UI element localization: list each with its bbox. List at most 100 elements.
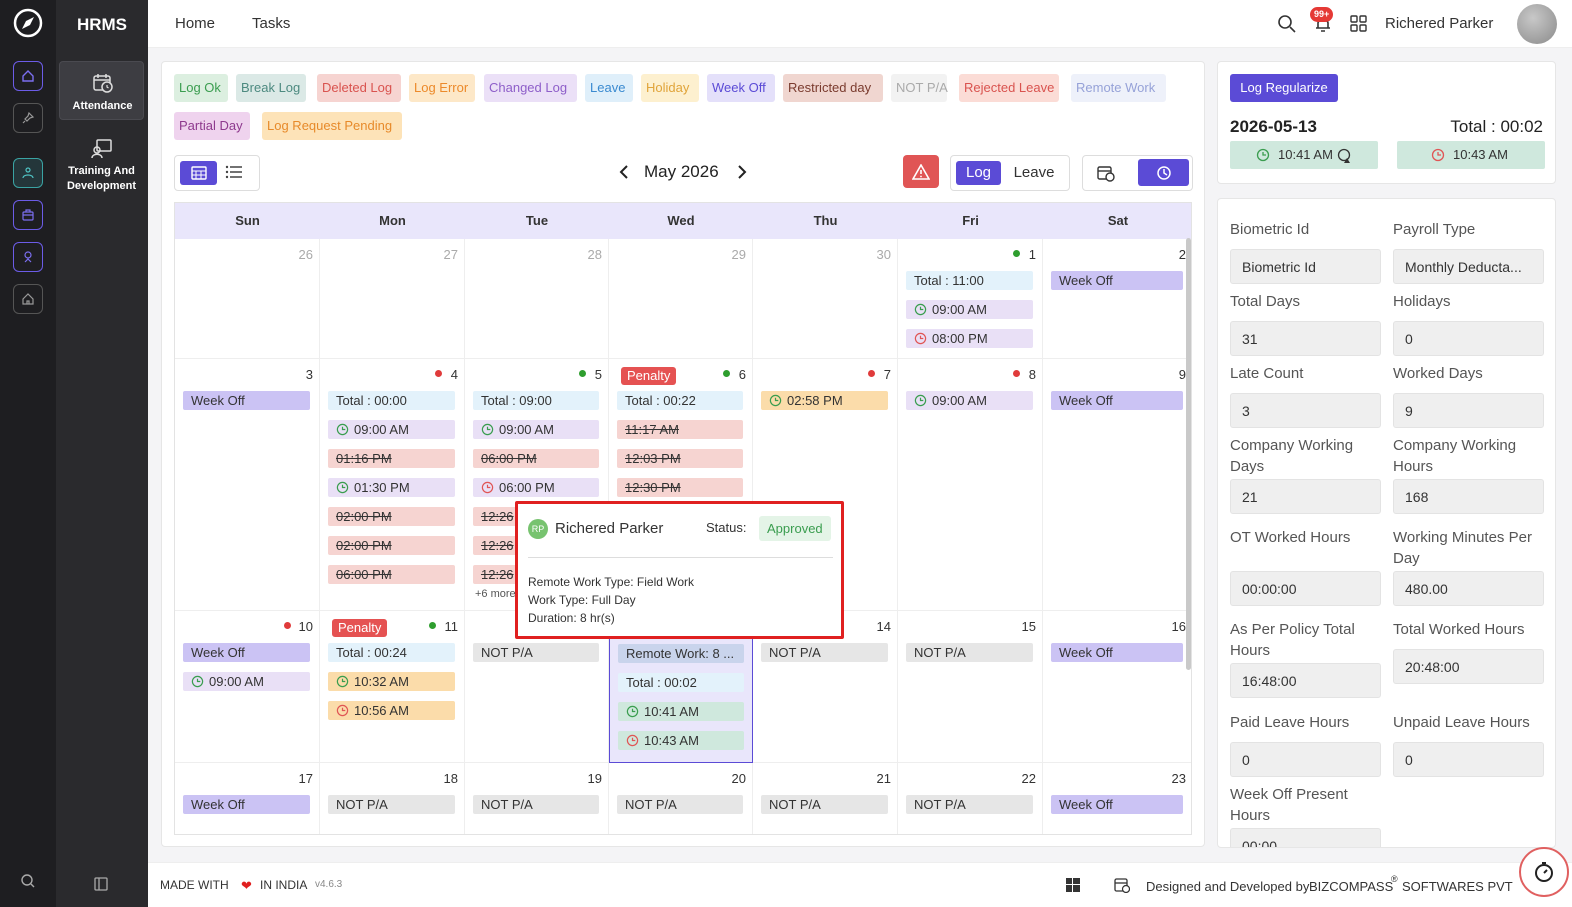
sidebar-item-training[interactable]: Training And Development <box>59 134 144 194</box>
calendar-event[interactable]: 09:00 AM <box>183 672 310 691</box>
calendar-day-cell[interactable]: 1 Total : 11:00 09:00 AM 08:00 PM <box>898 239 1043 359</box>
alert-button[interactable] <box>903 155 939 188</box>
calendar-day-cell[interactable]: 16 Week Off <box>1043 611 1191 763</box>
calendar-clock-button[interactable] <box>1097 164 1115 182</box>
calendar-event[interactable]: Total : 00:00 <box>328 391 455 410</box>
company-name: BIZCOMPASS <box>1309 879 1394 894</box>
calendar-event[interactable]: 01:16 PM <box>328 449 455 468</box>
timer-fab[interactable] <box>1519 847 1569 897</box>
user-badge-icon[interactable] <box>13 242 43 272</box>
collapse-sidebar-icon[interactable] <box>94 877 108 891</box>
pin-icon[interactable] <box>13 103 43 133</box>
calendar-event[interactable]: 10:41 AM <box>618 702 744 721</box>
calendar-event[interactable]: NOT P/A <box>906 795 1033 814</box>
calendar-scrollbar[interactable] <box>1186 238 1191 670</box>
calendar-day-cell[interactable]: 18 NOT P/A <box>320 763 465 834</box>
nav-home[interactable]: Home <box>175 15 215 32</box>
event-label: Remote Work: 8 ... <box>626 646 735 661</box>
search-icon[interactable] <box>1277 14 1297 34</box>
building-icon[interactable] <box>13 284 43 314</box>
calendar-event[interactable]: Total : 00:02 <box>618 673 744 692</box>
calendar-event[interactable]: Total : 09:00 <box>473 391 599 410</box>
briefcase-icon[interactable] <box>13 200 43 230</box>
calendar-event[interactable]: Week Off <box>1051 391 1183 410</box>
windows-icon[interactable] <box>1066 878 1080 892</box>
calendar-event[interactable]: 06:00 PM <box>473 478 599 497</box>
calendar-event[interactable]: Week Off <box>1051 643 1183 662</box>
next-month-icon[interactable] <box>736 164 748 180</box>
calendar-day-cell[interactable]: 30 <box>753 239 898 359</box>
calendar-event[interactable]: NOT P/A <box>473 795 599 814</box>
calendar-event[interactable]: NOT P/A <box>761 795 888 814</box>
calendar-day-cell[interactable]: 8 09:00 AM <box>898 359 1043 611</box>
calendar-event[interactable]: NOT P/A <box>906 643 1033 662</box>
calendar-day-cell[interactable]: 28 <box>465 239 609 359</box>
history-button[interactable] <box>1138 159 1189 186</box>
calendar-day-cell[interactable]: 26 <box>175 239 320 359</box>
calendar-event[interactable]: NOT P/A <box>328 795 455 814</box>
calendar-day-cell[interactable]: 2 Week Off <box>1043 239 1191 359</box>
calendar-event[interactable]: Total : 00:24 <box>328 643 455 662</box>
calendar-event[interactable]: 10:43 AM <box>618 731 744 750</box>
list-view-button[interactable] <box>225 164 243 180</box>
calendar-settings-icon[interactable] <box>1114 877 1130 893</box>
calendar-event[interactable]: Remote Work: 8 ... <box>618 644 744 663</box>
sidebar-item-attendance[interactable]: Attendance <box>59 61 144 120</box>
avatar[interactable] <box>1517 4 1557 44</box>
log-regularize-button[interactable]: Log Regularize <box>1230 74 1338 102</box>
calendar-event[interactable]: 12:03 PM <box>617 449 743 468</box>
logo-icon[interactable] <box>13 8 43 38</box>
calendar-day-cell[interactable]: 23 Week Off <box>1043 763 1191 834</box>
calendar-event[interactable]: Week Off <box>1051 271 1183 290</box>
calendar-event[interactable]: Total : 11:00 <box>906 271 1033 290</box>
calendar-day-cell[interactable]: 4 Total : 00:00 09:00 AM 01:16 PM 01:30 PM 02… <box>320 359 465 611</box>
calendar-event[interactable]: NOT P/A <box>617 795 743 814</box>
heart-icon: ❤ <box>241 878 252 893</box>
calendar-event[interactable]: 01:30 PM <box>328 478 455 497</box>
calendar-day-cell[interactable]: 17 Week Off <box>175 763 320 834</box>
apps-grid-icon[interactable] <box>1350 15 1367 32</box>
calendar-day-cell[interactable]: 9 Week Off <box>1043 359 1191 611</box>
log-tab[interactable]: Log <box>956 161 1001 185</box>
search-icon[interactable] <box>20 873 36 889</box>
calendar-event[interactable]: 12:30 PM <box>617 478 743 497</box>
calendar-event[interactable]: 09:00 AM <box>906 391 1033 410</box>
calendar-event[interactable]: Week Off <box>1051 795 1183 814</box>
calendar-event[interactable]: Week Off <box>183 643 310 662</box>
calendar-event[interactable]: 09:00 AM <box>328 420 455 439</box>
calendar-event[interactable]: 09:00 AM <box>473 420 599 439</box>
calendar-event[interactable]: 02:00 PM <box>328 507 455 526</box>
calendar-day-cell[interactable]: 11 Penalty Total : 00:24 10:32 AM 10:56 AM <box>320 611 465 763</box>
leave-tab[interactable]: Leave <box>1009 161 1059 185</box>
people-icon[interactable] <box>13 158 43 188</box>
calendar-day-cell[interactable]: 19 NOT P/A <box>465 763 609 834</box>
calendar-event[interactable]: NOT P/A <box>761 643 888 662</box>
calendar-event[interactable]: Total : 00:22 <box>617 391 743 410</box>
calendar-day-cell[interactable]: 27 <box>320 239 465 359</box>
calendar-event[interactable]: 09:00 AM <box>906 300 1033 319</box>
prev-month-icon[interactable] <box>618 164 630 180</box>
more-events-link[interactable]: +6 more <box>475 588 516 600</box>
user-name[interactable]: Richered Parker <box>1385 15 1493 32</box>
home-icon[interactable] <box>13 61 43 91</box>
calendar-day-cell[interactable]: 3 Week Off <box>175 359 320 611</box>
calendar-event[interactable]: Week Off <box>183 795 310 814</box>
calendar-day-cell[interactable]: 22 NOT P/A <box>898 763 1043 834</box>
calendar-day-cell[interactable]: 29 <box>609 239 753 359</box>
calendar-view-button[interactable] <box>180 161 217 185</box>
calendar-event[interactable]: 10:56 AM <box>328 701 455 720</box>
calendar-event[interactable]: 10:32 AM <box>328 672 455 691</box>
calendar-event[interactable]: 02:58 PM <box>761 391 888 410</box>
calendar-event[interactable]: 08:00 PM <box>906 329 1033 348</box>
calendar-day-cell[interactable]: 15 NOT P/A <box>898 611 1043 763</box>
calendar-event[interactable]: 02:00 PM <box>328 536 455 555</box>
nav-tasks[interactable]: Tasks <box>252 15 290 32</box>
calendar-event[interactable]: NOT P/A <box>473 643 599 662</box>
calendar-day-cell[interactable]: 10 Week Off 09:00 AM <box>175 611 320 763</box>
calendar-event[interactable]: Week Off <box>183 391 310 410</box>
calendar-event[interactable]: 06:00 PM <box>328 565 455 584</box>
calendar-event[interactable]: 11:17 AM <box>617 420 743 439</box>
calendar-day-cell[interactable]: 21 NOT P/A <box>753 763 898 834</box>
calendar-event[interactable]: 06:00 PM <box>473 449 599 468</box>
calendar-day-cell[interactable]: 20 NOT P/A <box>609 763 753 834</box>
